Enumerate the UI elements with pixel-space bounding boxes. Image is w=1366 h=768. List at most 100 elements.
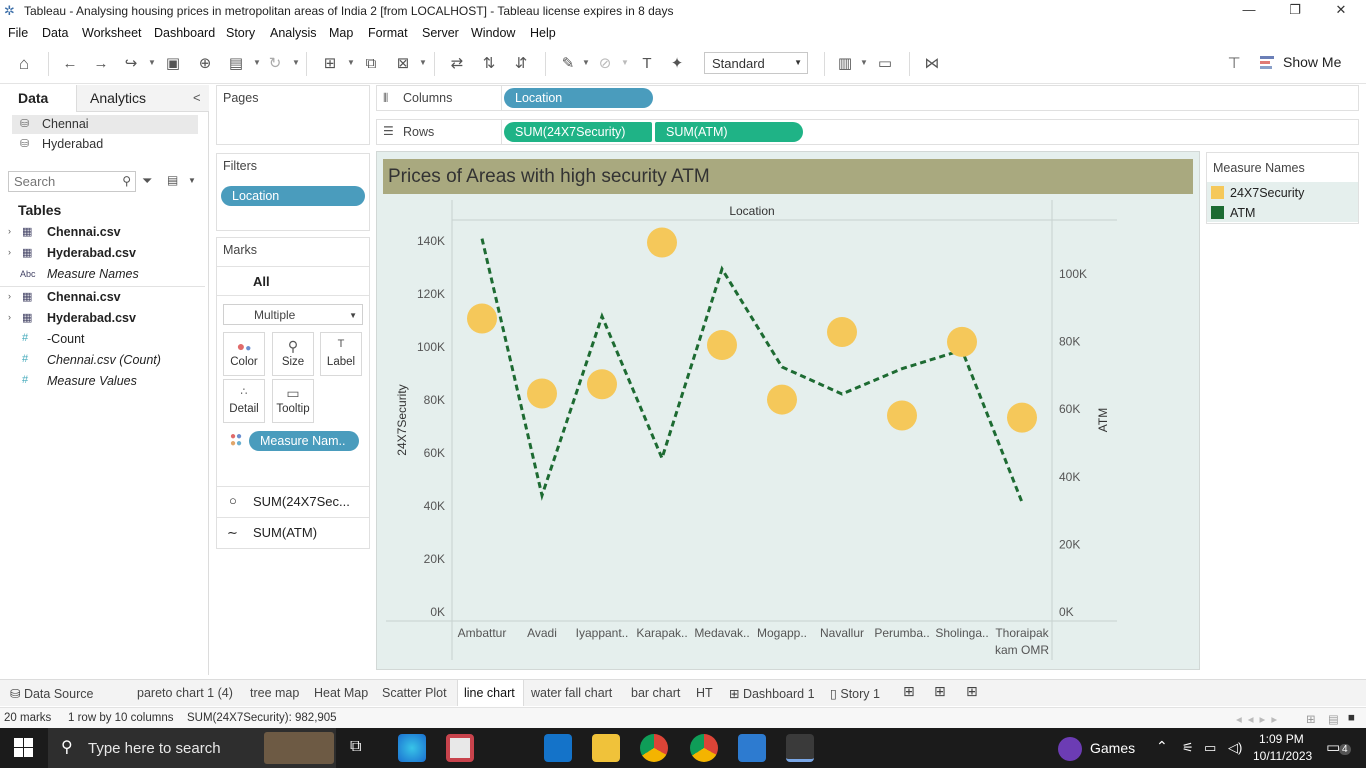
field-hyderabad-table[interactable]: › ▦ Hyderabad.csv bbox=[0, 309, 205, 329]
field-chennai-table[interactable]: › ▦ Chennai.csv bbox=[0, 223, 205, 243]
wifi-icon[interactable]: ⚟ bbox=[1182, 740, 1194, 756]
sheet-nav-icons[interactable]: ◂◂▸▸ bbox=[1236, 712, 1283, 726]
task-view-icon[interactable]: ⧉ bbox=[350, 738, 361, 756]
menu-worksheet[interactable]: Worksheet bbox=[82, 26, 142, 40]
size-button[interactable]: ⚲ Size bbox=[272, 332, 314, 376]
filter-icon[interactable]: ⏷ bbox=[142, 173, 152, 189]
clock-date[interactable]: 10/11/2023 bbox=[1253, 749, 1312, 763]
columns-shelf[interactable]: ⦀ Columns Location bbox=[376, 85, 1359, 111]
field-hyderabad-table[interactable]: › ▦ Hyderabad.csv bbox=[0, 244, 205, 264]
menu-file[interactable]: File bbox=[8, 26, 28, 40]
rows-pill-security[interactable]: SUM(24X7Security) bbox=[504, 122, 652, 142]
tabs-view-icon[interactable]: ■ bbox=[1348, 712, 1355, 724]
duplicate-sheet-icon[interactable]: ⧉ bbox=[361, 54, 381, 74]
pages-card[interactable]: Pages bbox=[216, 85, 370, 145]
tab-story-1[interactable]: ▯ Story 1 bbox=[830, 686, 880, 701]
group-members-icon[interactable]: ⊘ bbox=[595, 54, 615, 74]
menu-data[interactable]: Data bbox=[42, 26, 68, 40]
marks-card-atm[interactable]: ∼ SUM(ATM) bbox=[217, 517, 369, 547]
tab-tree-map[interactable]: tree map bbox=[250, 686, 299, 700]
menu-dashboard[interactable]: Dashboard bbox=[154, 26, 215, 40]
tray-chevron-icon[interactable]: ⌃ bbox=[1156, 738, 1168, 755]
marks-card-security[interactable]: ○ SUM(24X7Sec... bbox=[217, 486, 369, 516]
menu-story[interactable]: Story bbox=[226, 26, 255, 40]
tab-dashboard-1[interactable]: ⊞ Dashboard 1 bbox=[729, 686, 815, 701]
refresh-icon[interactable]: ↻ bbox=[265, 54, 285, 74]
format-painter-icon[interactable]: ⊤ bbox=[1224, 54, 1244, 74]
menu-help[interactable]: Help bbox=[530, 26, 556, 40]
viz-area[interactable] bbox=[376, 151, 1200, 670]
show-cards-dropdown-icon[interactable]: ▼ bbox=[860, 58, 868, 67]
tab-pareto-chart[interactable]: pareto chart 1 (4) bbox=[137, 686, 233, 700]
legend-item-atm[interactable]: ATM bbox=[1211, 206, 1356, 224]
tab-bar-chart[interactable]: bar chart bbox=[631, 686, 680, 700]
menu-map[interactable]: Map bbox=[329, 26, 353, 40]
close-button[interactable]: ✕ bbox=[1326, 2, 1356, 20]
filmstrip-icon[interactable]: ▤ bbox=[1328, 712, 1339, 726]
field-count[interactable]: # -Count bbox=[0, 330, 205, 350]
minimize-button[interactable]: — bbox=[1234, 2, 1264, 20]
highlight-icon[interactable]: ✎ bbox=[558, 54, 578, 74]
filters-card[interactable]: Filters Location bbox=[216, 153, 370, 231]
show-cards-icon[interactable]: ▥ bbox=[835, 54, 855, 74]
refresh-dropdown-icon[interactable]: ▼ bbox=[292, 58, 300, 67]
photos-icon[interactable] bbox=[738, 734, 766, 762]
notifications-icon[interactable]: ▭ bbox=[1326, 738, 1340, 756]
restore-button[interactable]: ❐ bbox=[1280, 2, 1310, 20]
games-icon[interactable] bbox=[1058, 737, 1082, 761]
menu-analysis[interactable]: Analysis bbox=[270, 26, 317, 40]
menu-format[interactable]: Format bbox=[368, 26, 408, 40]
datasource-hyderabad[interactable]: ⛁ Hyderabad bbox=[12, 135, 198, 154]
swap-rows-columns-icon[interactable]: ⇄ bbox=[447, 54, 467, 74]
windows-start-icon[interactable] bbox=[14, 738, 34, 758]
tableau-taskbar-icon[interactable] bbox=[786, 734, 814, 762]
view-options-icon[interactable]: ▤ bbox=[167, 173, 178, 187]
tab-analytics[interactable]: Analytics bbox=[90, 90, 146, 106]
presentation-mode-icon[interactable]: ▭ bbox=[875, 54, 895, 74]
clear-dropdown-icon[interactable]: ▼ bbox=[419, 58, 427, 67]
color-pill-measure-names[interactable]: Measure Nam.. bbox=[249, 431, 359, 451]
new-worksheet-dropdown-icon[interactable]: ▼ bbox=[347, 58, 355, 67]
clock-time[interactable]: 1:09 PM bbox=[1259, 732, 1304, 746]
chrome-icon[interactable] bbox=[640, 734, 668, 762]
legend-card[interactable]: Measure Names 24X7Security ATM bbox=[1206, 152, 1359, 224]
show-mark-labels-icon[interactable]: T bbox=[637, 54, 657, 74]
sort-ascending-icon[interactable]: ⇅ bbox=[479, 54, 499, 74]
collapse-pane-icon[interactable]: < bbox=[193, 90, 201, 105]
save-icon[interactable]: ▣ bbox=[163, 54, 183, 74]
columns-pill-location[interactable]: Location bbox=[504, 88, 653, 108]
chrome-profile-icon[interactable] bbox=[690, 734, 718, 762]
sort-descending-icon[interactable]: ⇵ bbox=[511, 54, 531, 74]
undo-icon[interactable]: ← bbox=[60, 54, 80, 74]
tab-waterfall-chart[interactable]: water fall chart bbox=[531, 686, 612, 700]
tab-scatter-plot[interactable]: Scatter Plot bbox=[382, 686, 447, 700]
replay-icon[interactable]: ↪ bbox=[121, 54, 141, 74]
tab-data-source[interactable]: ⛁ Data Source bbox=[10, 686, 93, 701]
taskbar-search[interactable]: ⚲ Type here to search bbox=[48, 728, 336, 768]
clear-sheet-icon[interactable]: ⊠ bbox=[393, 54, 413, 74]
new-worksheet-tab-icon[interactable]: ⊞ bbox=[903, 683, 915, 700]
file-explorer-icon[interactable] bbox=[592, 734, 620, 762]
field-measure-values[interactable]: # Measure Values bbox=[0, 372, 205, 392]
mail-icon[interactable] bbox=[544, 734, 572, 762]
share-icon[interactable]: ⋈ bbox=[922, 54, 942, 74]
menu-server[interactable]: Server bbox=[422, 26, 459, 40]
sheet-sorter-icon[interactable]: ⊞ bbox=[1306, 712, 1316, 726]
tab-data[interactable]: Data bbox=[18, 90, 48, 106]
marks-card[interactable]: Marks All Multiple ▼ ●● Color ⚲ Size T L… bbox=[216, 237, 370, 549]
fit-select[interactable]: Standard ▼ bbox=[704, 52, 808, 74]
expand-icon[interactable]: › bbox=[8, 312, 11, 322]
field-measure-names[interactable]: Abc Measure Names bbox=[0, 265, 205, 287]
games-label[interactable]: Games bbox=[1090, 740, 1135, 756]
legend-item-security[interactable]: 24X7Security bbox=[1211, 186, 1356, 204]
highlight-dropdown-icon[interactable]: ▼ bbox=[582, 58, 590, 67]
pause-updates-icon[interactable]: ▤ bbox=[226, 54, 246, 74]
fix-axes-icon[interactable]: ✦ bbox=[667, 54, 687, 74]
new-worksheet-icon[interactable]: ⊞ bbox=[320, 54, 340, 74]
new-dashboard-tab-icon[interactable]: ⊞ bbox=[934, 683, 946, 700]
expand-icon[interactable]: › bbox=[8, 291, 11, 301]
marks-all-row[interactable]: All bbox=[217, 266, 369, 296]
field-chennai-table[interactable]: › ▦ Chennai.csv bbox=[0, 288, 205, 308]
expand-icon[interactable]: › bbox=[8, 247, 11, 257]
new-datasource-icon[interactable]: ⊕ bbox=[195, 54, 215, 74]
